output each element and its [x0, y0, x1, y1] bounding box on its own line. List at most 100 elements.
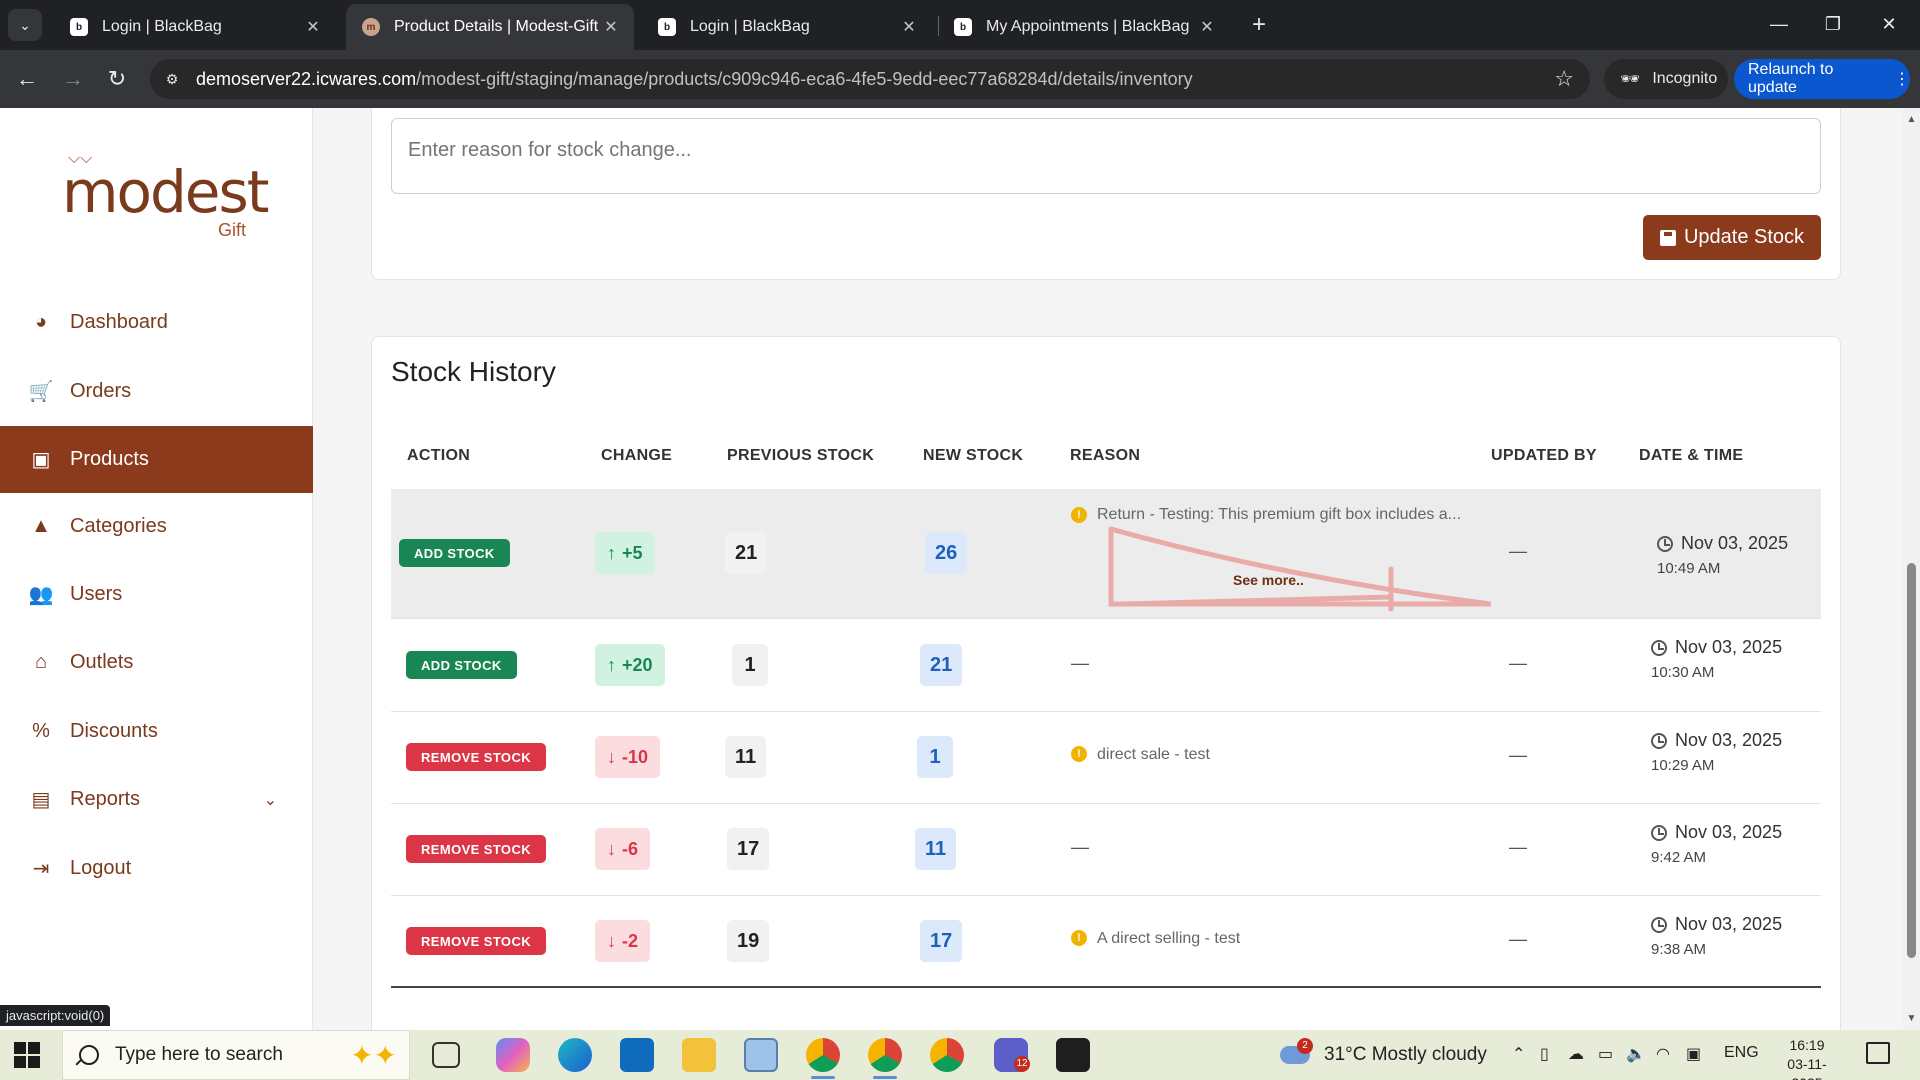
arrow-down-icon: ↓ — [607, 746, 616, 767]
page-scrollbar[interactable]: ▲ ▼ — [1903, 108, 1920, 1030]
box-icon: ▣ — [31, 449, 51, 471]
show-hidden-icons-chevron-icon[interactable]: ⌃ — [1512, 1044, 1525, 1064]
sidebar-item-outlets[interactable]: ⌂ Outlets — [0, 629, 313, 696]
users-icon: 👥 — [28, 584, 54, 606]
logout-icon: ⇥ — [32, 858, 50, 880]
tab-close-icon[interactable]: ✕ — [1196, 17, 1218, 37]
taskbar-search-box[interactable]: Type here to search ✦✦ — [62, 1030, 410, 1080]
restore-icon[interactable]: ❐ — [1810, 8, 1856, 40]
notification-center-icon[interactable] — [1866, 1042, 1890, 1064]
teams-notification-badge: 12 — [1014, 1056, 1030, 1072]
sidebar-item-products[interactable]: ▣ Products — [0, 426, 313, 493]
search-icon — [79, 1045, 99, 1065]
task-view-icon[interactable] — [432, 1042, 460, 1068]
update-stock-button[interactable]: Update Stock — [1643, 215, 1821, 260]
action-badge: REMOVE STOCK — [406, 927, 547, 955]
sidebar-item-label: Orders — [70, 380, 132, 402]
tray-app-icon[interactable]: ▯ — [1540, 1044, 1549, 1064]
browser-tab-1[interactable]: b Login | BlackBag ✕ — [54, 4, 336, 50]
scroll-down-arrow-icon[interactable]: ▼ — [1906, 1013, 1917, 1024]
sidebar-item-orders[interactable]: 🛒 Orders — [0, 358, 313, 425]
site-info-icon[interactable]: ⚙ — [162, 69, 182, 89]
change-value: +20 — [622, 654, 653, 675]
date-time-cell: Nov 03, 2025 10:49 AM — [1657, 533, 1788, 577]
battery-icon[interactable]: ▭ — [1598, 1044, 1613, 1064]
clock-date: 03-11-2025 — [1787, 1056, 1827, 1080]
sidebar-item-label: Reports — [70, 788, 141, 810]
tab-close-icon[interactable]: ✕ — [898, 17, 920, 37]
cart-icon: 🛒 — [28, 381, 54, 403]
change-value: +5 — [622, 542, 643, 563]
table-row: REMOVE STOCK ↓ -2 19 17 ! A direct sellin… — [391, 896, 1821, 988]
stock-reason-input[interactable] — [391, 118, 1821, 194]
sidebar-item-categories[interactable]: ▲ Categories — [0, 493, 313, 560]
tray-device-icon[interactable]: ▣ — [1686, 1044, 1701, 1064]
outlook-icon[interactable] — [620, 1038, 654, 1072]
tab-close-icon[interactable]: ✕ — [600, 17, 622, 37]
system-clock[interactable]: 16:19 03-11-2025 — [1772, 1036, 1842, 1080]
wifi-icon[interactable]: ◠ — [1656, 1044, 1670, 1064]
chrome-profile-1-icon[interactable] — [806, 1038, 840, 1072]
file-explorer-icon[interactable] — [682, 1038, 716, 1072]
updated-by-value: — — [1509, 929, 1527, 949]
windows-start-icon[interactable] — [14, 1042, 40, 1068]
incognito-indicator[interactable]: 🕶 Incognito — [1604, 59, 1728, 99]
bookmark-star-icon[interactable]: ☆ — [1554, 66, 1574, 92]
chrome-profile-3-icon[interactable] — [930, 1038, 964, 1072]
sidebar-item-dashboard[interactable]: ◕ Dashboard — [0, 289, 313, 356]
terminal-icon[interactable] — [1056, 1038, 1090, 1072]
browser-tab-2[interactable]: m Product Details | Modest-Gift ✕ — [346, 4, 634, 50]
new-stock-value: 17 — [920, 920, 963, 962]
browser-tab-4[interactable]: b My Appointments | BlackBag ✕ — [938, 4, 1230, 50]
sidebar-item-discounts[interactable]: % Discounts — [0, 698, 313, 765]
modest-gift-logo[interactable]: ⌵⌵ modest Gift — [62, 150, 269, 240]
image-viewer-icon[interactable] — [744, 1038, 778, 1072]
see-more-link[interactable]: See more.. — [1233, 572, 1304, 588]
browser-tab-3[interactable]: b Login | BlackBag ✕ — [642, 4, 932, 50]
copilot-icon[interactable] — [496, 1038, 530, 1072]
percent-icon: % — [32, 720, 50, 742]
clock-icon — [1651, 916, 1667, 933]
new-stock-value: 11 — [915, 828, 957, 870]
column-header-change: CHANGE — [601, 447, 673, 464]
previous-stock-value: 17 — [727, 828, 770, 870]
sidebar-item-users[interactable]: 👥 Users — [0, 561, 313, 628]
arrow-up-icon: ↑ — [607, 654, 616, 675]
sidebar-item-logout[interactable]: ⇥ Logout — [0, 835, 313, 902]
reload-icon[interactable]: ↻ — [100, 62, 134, 96]
previous-stock-value: 19 — [727, 920, 770, 962]
store-icon: ⌂ — [34, 651, 48, 673]
address-bar[interactable]: ⚙ demoserver22.icwares.com/modest-gift/s… — [150, 59, 1590, 99]
sidebar-item-label: Dashboard — [70, 311, 168, 333]
scrollbar-thumb[interactable] — [1907, 563, 1916, 958]
back-icon[interactable]: ← — [10, 62, 44, 96]
chevron-down-icon: ⌄ — [263, 791, 277, 809]
table-row: ADD STOCK ↑ +20 1 21 — — Nov 03, 2025 10:… — [391, 619, 1821, 712]
clock-icon — [1657, 535, 1673, 552]
time-value: 10:30 AM — [1651, 664, 1715, 681]
forward-icon[interactable]: → — [56, 62, 90, 96]
minimize-icon[interactable]: — — [1756, 8, 1802, 40]
tab-search-dropdown[interactable]: ⌄ — [8, 9, 42, 41]
language-indicator[interactable]: ENG — [1724, 1044, 1759, 1062]
tab-close-icon[interactable]: ✕ — [302, 17, 324, 37]
sidebar-item-label: Outlets — [70, 651, 134, 673]
onedrive-icon[interactable]: ☁ — [1568, 1044, 1584, 1064]
scroll-up-arrow-icon[interactable]: ▲ — [1906, 114, 1917, 125]
sidebar-item-reports[interactable]: ▤ Reports ⌄ — [0, 766, 313, 833]
change-pill: ↓ -6 — [595, 828, 651, 870]
edge-browser-icon[interactable] — [558, 1038, 592, 1072]
clock-icon — [1651, 824, 1667, 841]
url-text: demoserver22.icwares.com/modest-gift/sta… — [196, 69, 1193, 90]
time-value: 10:49 AM — [1657, 560, 1721, 577]
new-stock-value: 26 — [925, 532, 968, 574]
more-menu-icon[interactable]: ⋮ — [1894, 69, 1910, 89]
tab-title: Product Details | Modest-Gift — [394, 18, 599, 35]
chrome-profile-2-icon[interactable] — [868, 1038, 902, 1072]
volume-icon[interactable]: 🔈 — [1626, 1044, 1646, 1064]
change-pill: ↑ +5 — [595, 532, 655, 574]
new-tab-icon[interactable]: + — [1244, 10, 1274, 40]
table-row: REMOVE STOCK ↓ -6 17 11 — — Nov 03, 2025 … — [391, 804, 1821, 896]
close-window-icon[interactable]: ✕ — [1866, 8, 1912, 40]
relaunch-button[interactable]: Relaunch to update ⋮ — [1734, 59, 1910, 99]
